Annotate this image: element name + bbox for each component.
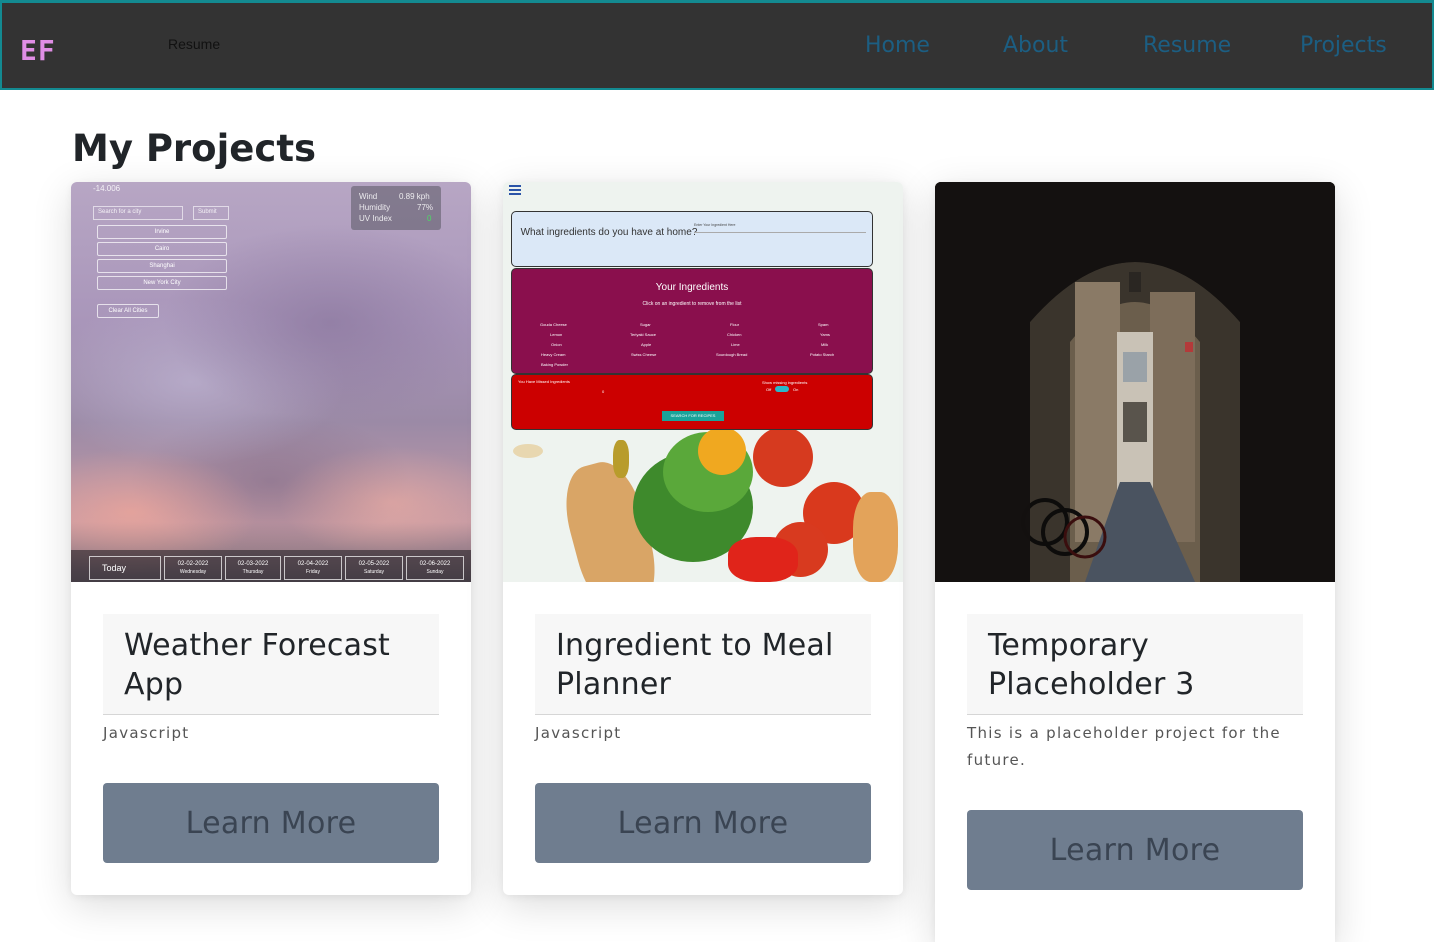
floating-resume-label: Resume bbox=[168, 36, 221, 52]
thumb-ingredient: Swiss Cheese bbox=[631, 352, 657, 357]
thumb-forecast-weekday: Friday bbox=[306, 569, 320, 575]
thumb-forecast-day: 02-05-2022 Saturday bbox=[345, 556, 403, 580]
card-title-box: Weather Forecast App bbox=[103, 614, 439, 715]
thumb-question-panel: What ingredients do you have at home? En… bbox=[511, 211, 873, 267]
thumb-ingredient: Sugar bbox=[640, 322, 651, 327]
thumb-missing-count: 0 bbox=[602, 389, 605, 394]
thumb-weather-info: Wind 0.89 kph Humidity 77% UV Index 0 bbox=[351, 186, 441, 230]
thumb-missing-label: You Have Missed Ingredients bbox=[518, 379, 570, 384]
thumb-clear-button: Clear All Cities bbox=[97, 304, 159, 318]
learn-more-button[interactable]: Learn More bbox=[103, 783, 439, 863]
card-text: This is a placeholder project for the fu… bbox=[967, 724, 1281, 769]
project-card-meal-planner: What ingredients do you have at home? En… bbox=[503, 182, 903, 895]
card-title-box: Temporary Placeholder 3 bbox=[967, 614, 1303, 715]
pepper-shape bbox=[698, 427, 746, 475]
thumb-city: New York City bbox=[97, 276, 227, 290]
thumb-city: Irvine bbox=[97, 225, 227, 239]
thumb-forecast-day: 02-04-2022 Friday bbox=[284, 556, 342, 580]
brand-logo[interactable]: EF bbox=[20, 34, 56, 67]
thumb-toggle-switch bbox=[775, 386, 789, 392]
thumb-ingredient: Milk bbox=[821, 342, 829, 347]
nav-link-projects[interactable]: Projects bbox=[1300, 33, 1387, 58]
thumb-ingredient: Lemon bbox=[550, 332, 563, 337]
thumb-info-label: UV Index bbox=[359, 214, 392, 223]
thumb-ingredient: Potato Starch bbox=[810, 352, 835, 357]
thumb-ingredient: Gouda Cheese bbox=[540, 322, 567, 327]
learn-more-button[interactable]: Learn More bbox=[535, 783, 871, 863]
thumb-toggle-off: Off bbox=[766, 387, 772, 392]
project-thumbnail-placeholder bbox=[935, 182, 1335, 582]
tomato-shape bbox=[753, 427, 813, 487]
thumb-forecast-date: Today bbox=[102, 563, 127, 573]
thumb-forecast-date: 02-02-2022 bbox=[177, 561, 209, 567]
thumb-city: Shanghai bbox=[97, 259, 227, 273]
thumb-ingredient: Spam bbox=[818, 322, 829, 327]
thumb-forecast-date: 02-04-2022 bbox=[297, 561, 329, 567]
hamburger-menu-icon bbox=[509, 185, 521, 195]
pepper-shape bbox=[728, 537, 798, 582]
page-title: My Projects bbox=[72, 127, 317, 170]
thumb-forecast-day: 02-03-2022 Thursday bbox=[225, 556, 281, 580]
thumb-ingredient: Baking Powder bbox=[541, 362, 568, 367]
thumb-ingredient: Sourdough Bread bbox=[716, 352, 748, 357]
thumb-forecast-bar: Today 02-02-2022 Wednesday 02-03-2022 Thur… bbox=[71, 550, 471, 582]
thumb-ingredient: Flour bbox=[730, 322, 740, 327]
thumb-forecast-day: 02-02-2022 Wednesday bbox=[164, 556, 222, 580]
project-thumbnail-meal-planner: What ingredients do you have at home? En… bbox=[503, 182, 903, 582]
nav-link-home[interactable]: Home bbox=[865, 33, 930, 58]
thumb-info-value: 0 bbox=[427, 214, 432, 223]
card-text: Javascript bbox=[535, 724, 622, 742]
thumb-forecast-weekday: Wednesday bbox=[179, 569, 207, 575]
thumb-forecast-date: 02-06-2022 bbox=[419, 561, 451, 567]
thumb-forecast-date: 02-03-2022 bbox=[237, 561, 269, 567]
thumb-ingredients-panel: Your Ingredients Click on an ingredient … bbox=[511, 268, 873, 374]
project-card-weather: -14.006 Search for a city Submit Irvine … bbox=[71, 182, 471, 895]
thumb-forecast-weekday: Saturday bbox=[363, 569, 384, 575]
nav-link-about[interactable]: About bbox=[1003, 33, 1068, 58]
thumb-ingredient: Yams bbox=[820, 332, 830, 337]
thumb-panel-hint: Click on an ingredient to remove from th… bbox=[642, 301, 742, 307]
thumb-subtitle: -14.006 bbox=[93, 184, 121, 193]
thumb-ingredient: Teriyaki Sauce bbox=[630, 332, 657, 337]
thumb-search-input: Search for a city bbox=[93, 206, 183, 220]
thumb-ingredient: Chicken bbox=[727, 332, 742, 337]
card-title: Weather Forecast App bbox=[124, 628, 390, 702]
thumb-forecast-weekday: Thursday bbox=[242, 569, 264, 575]
thumb-ingredient: Heavy Cream bbox=[541, 352, 566, 357]
project-card-placeholder: Temporary Placeholder 3 This is a placeh… bbox=[935, 182, 1335, 942]
thumb-forecast-today: Today bbox=[89, 556, 161, 580]
card-text: Javascript bbox=[103, 724, 190, 742]
thumb-info-value: 77% bbox=[417, 203, 434, 212]
project-thumbnail-weather: -14.006 Search for a city Submit Irvine … bbox=[71, 182, 471, 582]
navbar: EF Resume Home About Resume Projects bbox=[0, 0, 1434, 90]
alley-photo bbox=[935, 182, 1335, 582]
card-title: Ingredient to Meal Planner bbox=[556, 628, 834, 702]
card-title: Temporary Placeholder 3 bbox=[988, 628, 1195, 702]
thumb-results-panel: You Have Missed Ingredients 0 Show missi… bbox=[511, 374, 873, 430]
thumb-city: Cairo bbox=[97, 242, 227, 256]
thumb-forecast-date: 02-05-2022 bbox=[358, 561, 390, 567]
thumb-toggle-on: On bbox=[793, 387, 799, 392]
thumb-ingredient-input: Enter Your Ingredient Here bbox=[694, 223, 866, 233]
thumb-ingredient: Onion bbox=[551, 342, 562, 347]
thumb-forecast-day: 02-06-2022 Sunday bbox=[406, 556, 464, 580]
thumb-submit-button: Submit bbox=[193, 206, 229, 220]
thumb-question: What ingredients do you have at home? bbox=[520, 227, 698, 238]
thumb-toggle-label: Show missing ingredients bbox=[762, 380, 808, 385]
thumb-forecast-weekday: Sunday bbox=[426, 569, 444, 575]
learn-more-button[interactable]: Learn More bbox=[967, 810, 1303, 890]
mushroom-shape bbox=[613, 440, 629, 478]
thumb-ingredient: Lime bbox=[731, 342, 740, 347]
thumb-ingredient: Apple bbox=[641, 342, 652, 347]
thumb-info-value: 0.89 kph bbox=[399, 192, 430, 201]
egg-shape bbox=[513, 444, 543, 458]
thumb-search-recipes-button: SEARCH FOR RECIPES bbox=[662, 411, 724, 421]
thumb-panel-title: Your Ingredients bbox=[655, 282, 729, 293]
thumb-info-label: Humidity bbox=[359, 203, 391, 212]
thumb-info-label: Wind bbox=[359, 192, 378, 201]
squash-shape bbox=[853, 492, 898, 582]
card-title-box: Ingredient to Meal Planner bbox=[535, 614, 871, 715]
nav-link-resume[interactable]: Resume bbox=[1143, 33, 1231, 58]
